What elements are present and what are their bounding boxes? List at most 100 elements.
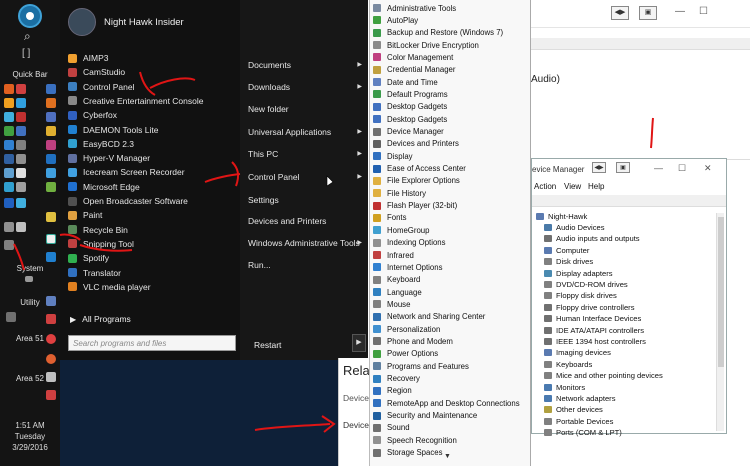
device-category[interactable]: Disk drives	[544, 256, 593, 267]
control-panel-item[interactable]: Desktop Gadgets	[373, 101, 447, 113]
program-item[interactable]: VLC media player	[68, 281, 151, 293]
control-panel-item[interactable]: Sound	[373, 422, 410, 434]
app-icon[interactable]	[6, 312, 16, 322]
program-item[interactable]: Microsoft Edge	[68, 181, 140, 193]
program-item[interactable]: Spotify	[68, 252, 109, 264]
device-category[interactable]: Audio inputs and outputs	[544, 233, 640, 244]
control-panel-item[interactable]: Fonts	[373, 212, 407, 224]
view-button[interactable]: ▣	[616, 162, 630, 173]
program-item[interactable]: Open Broadcaster Software	[68, 195, 188, 207]
scrollbar-thumb[interactable]	[718, 217, 724, 367]
control-panel-item[interactable]: Display	[373, 150, 413, 162]
app-icon[interactable]	[46, 140, 56, 150]
app-icon[interactable]	[46, 314, 56, 324]
control-panel-item[interactable]: Phone and Modem	[373, 335, 453, 347]
app-icon[interactable]	[16, 140, 26, 150]
program-item[interactable]: Control Panel	[68, 81, 135, 93]
control-panel-item[interactable]: Security and Maintenance	[373, 410, 477, 422]
control-panel-item[interactable]: HomeGroup	[373, 224, 429, 236]
app-icon[interactable]	[4, 222, 14, 232]
control-panel-item[interactable]: Storage Spaces	[373, 447, 442, 459]
app-icon[interactable]	[46, 390, 56, 400]
control-panel-item[interactable]: Network and Sharing Center	[373, 311, 485, 323]
app-icon[interactable]	[46, 296, 56, 306]
close-icon[interactable]: ✕	[704, 163, 712, 174]
control-panel-item[interactable]: Internet Options	[373, 261, 442, 273]
program-item[interactable]: Hyper-V Manager	[68, 152, 150, 164]
app-icon[interactable]	[46, 168, 56, 178]
device-category[interactable]: Network adapters	[544, 393, 616, 404]
device-category[interactable]: Floppy disk drives	[544, 290, 617, 301]
program-item[interactable]: Cyberfox	[68, 109, 117, 121]
control-panel-item[interactable]: Power Options	[373, 348, 438, 360]
taskbar-clock[interactable]: 1:51 AM Tuesday 3/29/2016	[0, 420, 60, 453]
app-icon[interactable]	[4, 126, 14, 136]
start-menu-link[interactable]: This PC	[248, 149, 278, 159]
device-category[interactable]: Ports (COM & LPT)	[544, 427, 622, 438]
app-icon[interactable]	[16, 154, 26, 164]
app-icon[interactable]	[16, 112, 26, 122]
device-category[interactable]: Audio Devices	[544, 222, 605, 233]
start-menu-link[interactable]: Downloads	[248, 82, 290, 92]
app-icon[interactable]	[46, 234, 56, 244]
app-icon[interactable]	[46, 372, 56, 382]
device-category[interactable]: Monitors	[544, 382, 585, 393]
control-panel-item[interactable]: AutoPlay	[373, 14, 418, 26]
start-menu-link[interactable]: Documents	[248, 60, 291, 70]
app-icon[interactable]	[16, 98, 26, 108]
program-item[interactable]: DAEMON Tools Lite	[68, 124, 158, 136]
program-item[interactable]: Snipping Tool	[68, 238, 134, 250]
start-orb-icon[interactable]	[18, 4, 42, 28]
program-item[interactable]: Translator	[68, 267, 121, 279]
view-button[interactable]: ▣	[639, 6, 657, 20]
related-link[interactable]: Device	[343, 393, 369, 403]
control-panel-item[interactable]: Infrared	[373, 249, 414, 261]
app-icon[interactable]	[46, 354, 56, 364]
scroll-down-icon[interactable]: ▼	[444, 453, 451, 460]
nav-button[interactable]: ◀▶	[611, 6, 629, 20]
app-icon[interactable]	[16, 126, 26, 136]
all-programs-button[interactable]: ▶ All Programs	[70, 314, 131, 324]
app-icon[interactable]	[4, 182, 14, 192]
app-icon[interactable]	[46, 112, 56, 122]
device-category[interactable]: Mice and other pointing devices	[544, 370, 663, 381]
related-link[interactable]: Device	[343, 420, 369, 430]
search-icon[interactable]: ⌕	[24, 29, 31, 44]
shutdown-options-button[interactable]: ▶	[352, 334, 366, 352]
task-view-icon[interactable]: [ ]	[22, 48, 30, 59]
system-toggle-icon[interactable]	[25, 276, 33, 282]
control-panel-item[interactable]: Credential Manager	[373, 64, 455, 76]
app-icon[interactable]	[46, 182, 56, 192]
device-category[interactable]: Keyboards	[544, 359, 592, 370]
device-category[interactable]: Computer	[544, 245, 589, 256]
menu-view[interactable]: View	[564, 182, 581, 191]
start-menu-link[interactable]: Run...	[248, 260, 271, 270]
program-item[interactable]: EasyBCD 2.3	[68, 138, 134, 150]
control-panel-item[interactable]: Keyboard	[373, 274, 420, 286]
app-icon[interactable]	[46, 212, 56, 222]
program-item[interactable]: CamStudio	[68, 66, 125, 78]
app-icon[interactable]	[4, 198, 14, 208]
menu-help[interactable]: Help	[588, 182, 604, 191]
vertical-scrollbar[interactable]	[716, 213, 724, 431]
app-icon[interactable]	[46, 154, 56, 164]
app-icon[interactable]	[4, 84, 14, 94]
control-panel-item[interactable]: Language	[373, 286, 422, 298]
app-icon[interactable]	[46, 126, 56, 136]
control-panel-item[interactable]: Region	[373, 385, 412, 397]
app-icon[interactable]	[4, 154, 14, 164]
app-icon[interactable]	[4, 140, 14, 150]
start-menu-link[interactable]: Control Panel	[248, 172, 300, 182]
control-panel-item[interactable]: Ease of Access Center	[373, 163, 466, 175]
program-item[interactable]: Icecream Screen Recorder	[68, 166, 185, 178]
control-panel-item[interactable]: Desktop Gadgets	[373, 113, 447, 125]
control-panel-item[interactable]: File History	[373, 187, 426, 199]
user-name[interactable]: Night Hawk Insider	[104, 17, 184, 28]
control-panel-item[interactable]: Backup and Restore (Windows 7)	[373, 27, 503, 39]
control-panel-item[interactable]: Date and Time	[373, 76, 438, 88]
user-avatar[interactable]	[68, 8, 96, 36]
app-icon[interactable]	[46, 98, 56, 108]
control-panel-item[interactable]: Indexing Options	[373, 237, 446, 249]
device-category[interactable]: Imaging devices	[544, 347, 611, 358]
device-category[interactable]: Floppy drive controllers	[544, 302, 635, 313]
